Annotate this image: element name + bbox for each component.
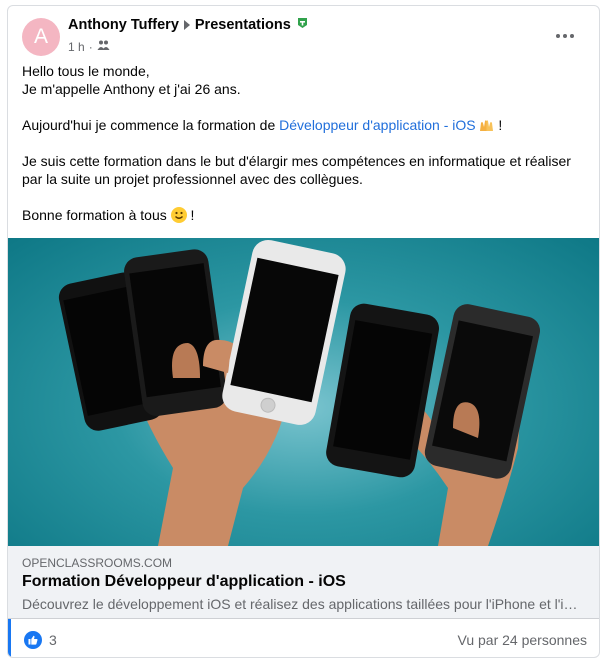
body-paragraph-goal: Je suis cette formation dans le but d'él… — [22, 152, 587, 188]
link-title[interactable]: Formation Développeur d'application - iO… — [22, 573, 346, 591]
like-count[interactable]: 3 — [49, 632, 57, 648]
arrow-right-icon — [183, 20, 190, 30]
admin-badge-icon — [297, 17, 308, 33]
body-paragraph-course: Aujourd'hui je commence la formation de … — [22, 116, 587, 134]
author-line: Anthony Tuffery Presentations — [68, 17, 308, 33]
post-footer: 3 Vu par 24 personnes — [8, 618, 599, 657]
link-domain: OPENCLASSROOMS.COM — [22, 556, 173, 570]
post-card: A Anthony Tuffery Presentations 1 h · He… — [7, 5, 600, 658]
body-paragraph-closing: Bonne formation à tous ! — [22, 206, 587, 224]
avatar[interactable]: A — [22, 18, 60, 56]
privacy-group-icon — [97, 39, 110, 54]
post-body: Hello tous le monde, Je m'appelle Anthon… — [22, 62, 587, 242]
closing-text-after: ! — [190, 207, 195, 223]
like-icon[interactable] — [24, 631, 42, 649]
separator-dot: · — [88, 39, 93, 54]
greeting-line: Hello tous le monde, — [22, 63, 150, 79]
goal-text: Je suis cette formation dans le but d'él… — [22, 153, 571, 187]
avatar-letter: A — [33, 25, 48, 48]
link-preview-info[interactable]: OPENCLASSROOMS.COM Formation Développeur… — [8, 546, 599, 618]
link-description: Découvrez le développement iOS et réalis… — [22, 596, 582, 612]
footer-accent-bar — [8, 619, 11, 657]
post-header: A Anthony Tuffery Presentations 1 h · — [22, 16, 589, 60]
smiling-emoji-icon — [170, 207, 187, 223]
author-name[interactable]: Anthony Tuffery — [68, 17, 179, 33]
link-preview-image[interactable] — [8, 238, 599, 546]
raising-hands-emoji-icon — [479, 118, 494, 131]
course-link[interactable]: Développeur d'application - iOS — [279, 117, 475, 133]
closing-text: Bonne formation à tous — [22, 207, 167, 223]
course-text-after: ! — [498, 117, 503, 133]
more-options-icon[interactable] — [551, 26, 579, 46]
body-paragraph-greeting: Hello tous le monde, Je m'appelle Anthon… — [22, 62, 587, 98]
group-name[interactable]: Presentations — [195, 17, 291, 33]
post-time[interactable]: 1 h — [68, 40, 85, 54]
seen-by[interactable]: Vu par 24 personnes — [458, 632, 587, 648]
intro-line: Je m'appelle Anthony et j'ai 26 ans. — [22, 81, 241, 97]
phones-in-hands-illustration — [58, 239, 541, 546]
post-meta: 1 h · — [68, 39, 110, 54]
course-text: Aujourd'hui je commence la formation de — [22, 117, 280, 133]
